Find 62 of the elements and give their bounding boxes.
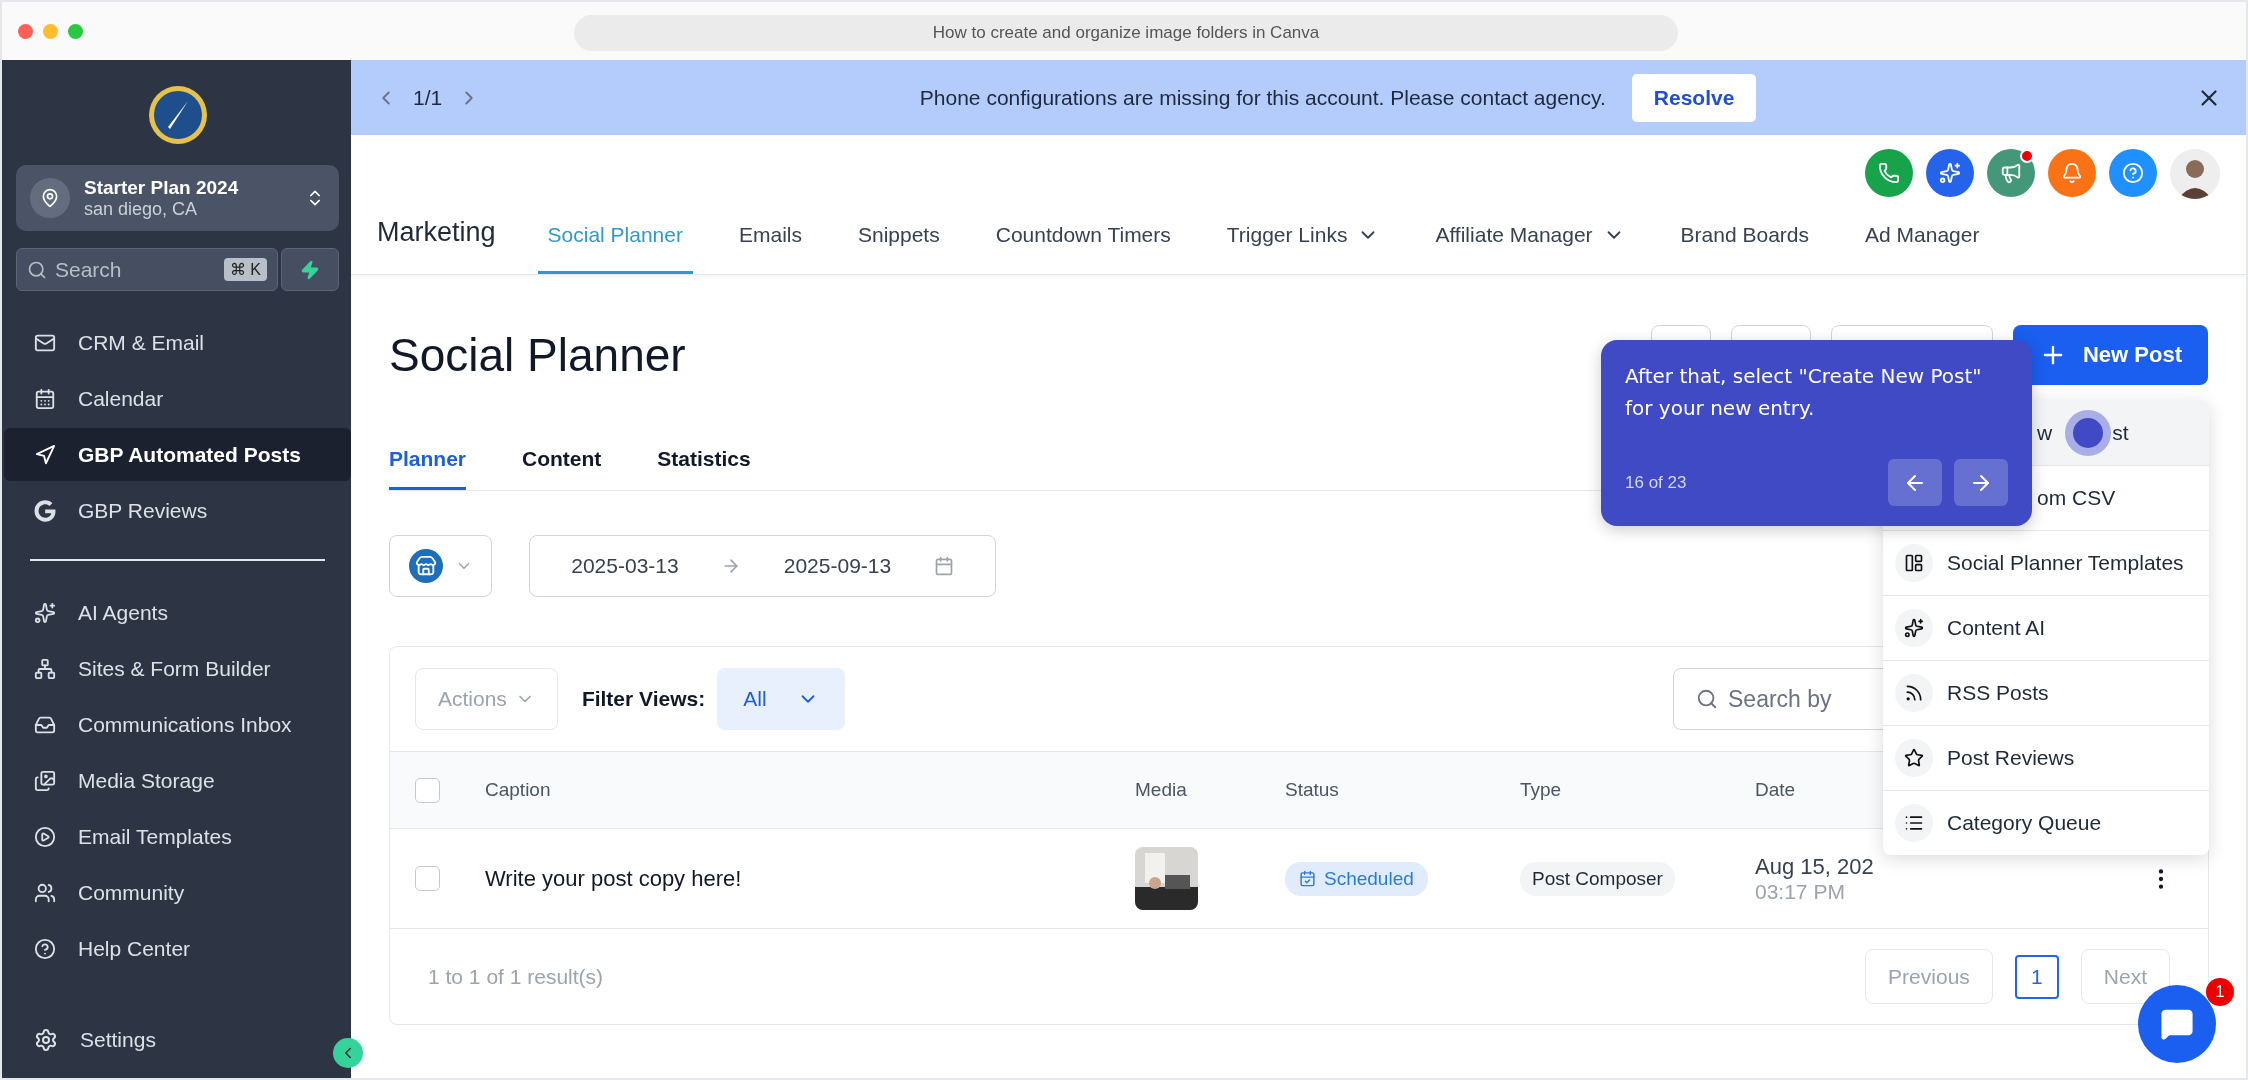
sidebar-item[interactable]: GBP Reviews <box>4 484 351 537</box>
sidebar-item[interactable]: AI Agents <box>4 586 351 639</box>
sidebar-item[interactable]: Email Templates <box>4 810 351 863</box>
date-text: Aug 15, 202 <box>1755 853 1874 880</box>
filter-label: Filter Views: <box>581 687 706 711</box>
page-tab[interactable]: Content <box>522 447 602 490</box>
sidebar-item[interactable]: CRM & Email <box>4 316 351 369</box>
start-date: 2025-03-13 <box>571 554 679 578</box>
banner-counter: 1/1 <box>413 85 443 110</box>
account-switcher[interactable]: Starter Plan 2024 san diego, CA <box>16 165 339 231</box>
column-header: Date <box>1755 779 1796 801</box>
new-post-button[interactable]: New Post <box>2012 325 2208 385</box>
sidebar-item[interactable]: Sites & Form Builder <box>4 642 351 695</box>
page-tab[interactable]: Planner <box>389 447 467 490</box>
nav-tab[interactable]: Trigger Links <box>1216 223 1390 274</box>
resolve-button[interactable]: Resolve <box>1631 73 1757 122</box>
tour-step: 16 of 23 <box>1625 472 1687 493</box>
chat-badge: 1 <box>2206 978 2234 1006</box>
menu-item-text: om CSV <box>2037 486 2116 510</box>
nav-tab[interactable]: Snippets <box>848 223 950 274</box>
sidebar-item[interactable]: Community <box>4 866 351 919</box>
banner-message: Phone configurations are missing for this account. Please contact agency. <box>919 85 1606 110</box>
page-number-button[interactable]: 1 <box>2014 954 2059 999</box>
menu-item[interactable]: RSS Posts <box>1883 660 2209 725</box>
menu-item[interactable]: Content AI <box>1883 595 2209 660</box>
nav-tab[interactable]: Brand Boards <box>1670 223 1820 274</box>
status-badge: Scheduled <box>1285 861 1428 896</box>
menu-item-text: w <box>2037 420 2053 445</box>
tour-text: After that, select "Create New Post" for your new entry. <box>1625 363 1983 422</box>
search-field[interactable]: Search ⌘ K <box>16 248 278 291</box>
settings-item[interactable]: Settings <box>4 1013 329 1066</box>
type-tag: Post Composer <box>1520 861 1675 896</box>
nav-tab[interactable]: Affiliate Manager <box>1425 223 1635 274</box>
date-range-field[interactable]: 2025-03-13 2025-09-13 <box>529 535 996 597</box>
sidebar-item[interactable]: Communications Inbox <box>4 698 351 751</box>
nav-tab[interactable]: Countdown Timers <box>985 223 1181 274</box>
column-header: Media <box>1135 779 1187 801</box>
sidebar-item[interactable]: Media Storage <box>4 754 351 807</box>
caption-cell: Write your post copy here! <box>485 865 742 892</box>
sidebar-item[interactable]: Help Center <box>4 922 351 975</box>
menu-item-text: st <box>2112 420 2129 445</box>
time-text: 03:17 PM <box>1755 879 1845 904</box>
nav-tab[interactable]: Emails <box>728 223 812 274</box>
shortcut-hint: ⌘ K <box>223 258 267 281</box>
menu-item[interactable]: Social Planner Templates <box>1883 530 2209 595</box>
address-bar[interactable]: How to create and organize image folders in Canva <box>574 15 1678 51</box>
end-date: 2025-09-13 <box>783 554 892 578</box>
menu-item[interactable]: Post Reviews <box>1883 725 2209 790</box>
filter-views-select[interactable]: All <box>717 668 845 730</box>
nav-tab[interactable]: Ad Manager <box>1855 223 1990 274</box>
page-title: Social Planner <box>389 328 686 382</box>
column-header: Caption <box>485 779 551 801</box>
sidebar-item[interactable]: Calendar <box>4 372 351 425</box>
account-location: san diego, CA <box>84 198 199 220</box>
results-summary: 1 to 1 of 1 result(s) <box>428 964 604 989</box>
column-header: Type <box>1520 779 1562 801</box>
page-tab[interactable]: Statistics <box>657 447 751 490</box>
column-header: Status <box>1285 779 1339 801</box>
section-title: Marketing <box>377 217 496 249</box>
menu-item[interactable]: Category Queue <box>1883 790 2209 855</box>
account-name: Starter Plan 2024 <box>84 176 239 199</box>
sidebar-item[interactable]: GBP Automated Posts <box>4 428 351 481</box>
